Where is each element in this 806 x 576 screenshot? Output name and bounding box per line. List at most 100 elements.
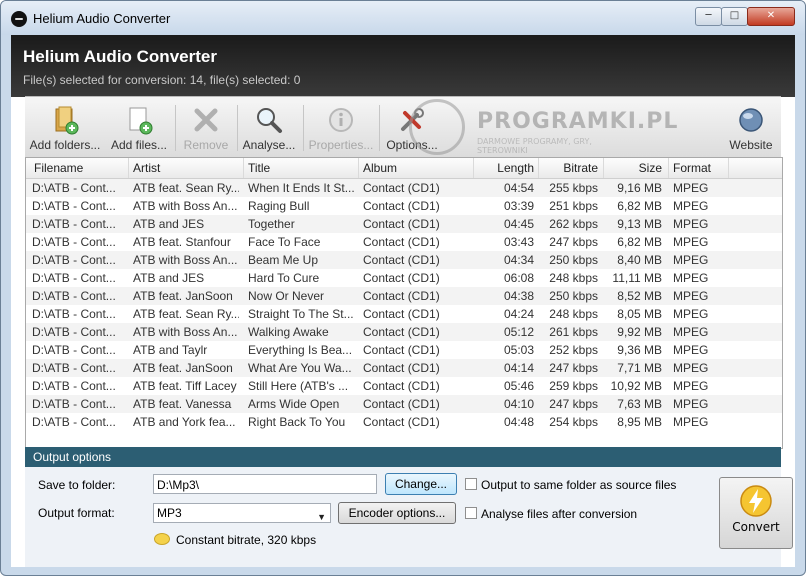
output-format-select[interactable]: MP3 ▼: [153, 503, 331, 523]
column-divider[interactable]: [603, 158, 604, 178]
cell-bitrate: 252 kbps: [549, 343, 598, 357]
column-header-filename[interactable]: Filename: [34, 161, 83, 175]
column-header-size[interactable]: Size: [606, 161, 662, 175]
watermark-text: PROGRAMKI.PL: [477, 109, 679, 134]
cell-artist: ATB and Taylr: [133, 343, 208, 357]
column-header-format[interactable]: Format: [673, 161, 711, 175]
cell-bitrate: 255 kbps: [549, 181, 598, 195]
analyse-after-checkbox[interactable]: [465, 507, 477, 519]
column-header-length[interactable]: Length: [478, 161, 534, 175]
watermark-logo: PROGRAMKI.PL DARMOWE PROGRAMY, GRY, STER…: [409, 99, 677, 155]
column-header-bitrate[interactable]: Bitrate: [543, 161, 598, 175]
cell-artist: ATB feat. Tiff Lacey: [133, 379, 237, 393]
column-header-album[interactable]: Album: [363, 161, 397, 175]
convert-button[interactable]: Convert: [719, 477, 793, 549]
cell-bitrate: 250 kbps: [549, 289, 598, 303]
table-row[interactable]: D:\ATB - Cont... ATB and York fea... Right…: [26, 413, 782, 431]
table-row[interactable]: D:\ATB - Cont... ATB with Boss An... Beam …: [26, 251, 782, 269]
table-row[interactable]: D:\ATB - Cont... ATB feat. Vanessa Arms Wi…: [26, 395, 782, 413]
cell-filename: D:\ATB - Cont...: [32, 289, 116, 303]
output-format-value: MP3: [157, 506, 182, 520]
cell-format: MPEG: [673, 325, 709, 339]
table-row[interactable]: D:\ATB - Cont... ATB and JES Hard To Cure C…: [26, 269, 782, 287]
cell-bitrate: 261 kbps: [549, 325, 598, 339]
cell-bitrate: 247 kbps: [549, 397, 598, 411]
file-list[interactable]: Filename Artist Title Album Length Bitra…: [25, 157, 783, 449]
website-button[interactable]: Website: [725, 99, 777, 155]
table-row[interactable]: D:\ATB - Cont... ATB feat. Sean Ry... When…: [26, 179, 782, 197]
cell-filename: D:\ATB - Cont...: [32, 253, 116, 267]
title-bar: Helium Audio Converter ─ □ ✕: [1, 1, 805, 35]
column-divider[interactable]: [728, 158, 729, 178]
properties-button[interactable]: Properties...: [307, 99, 375, 155]
cell-title: Walking Awake: [248, 325, 329, 339]
change-folder-button[interactable]: Change...: [385, 473, 457, 495]
maximize-button[interactable]: □: [721, 7, 748, 26]
cell-size: 8,52 MB: [617, 289, 662, 303]
output-options-panel: Save to folder: D:\Mp3\ Change... Output…: [25, 467, 793, 567]
cell-length: 04:48: [503, 415, 534, 429]
output-format-label: Output format:: [38, 506, 115, 520]
chevron-down-icon: ▼: [317, 512, 326, 522]
same-folder-checkbox[interactable]: [465, 478, 477, 490]
add-files-button[interactable]: Add files...: [109, 99, 169, 155]
website-label: Website: [729, 138, 773, 152]
encoder-options-button[interactable]: Encoder options...: [338, 502, 456, 524]
cell-size: 8,40 MB: [617, 253, 662, 267]
table-row[interactable]: D:\ATB - Cont... ATB with Boss An... Walki…: [26, 323, 782, 341]
minimize-button[interactable]: ─: [695, 7, 722, 26]
cell-filename: D:\ATB - Cont...: [32, 361, 116, 375]
cell-bitrate: 250 kbps: [549, 253, 598, 267]
cell-size: 6,82 MB: [617, 235, 662, 249]
column-divider[interactable]: [668, 158, 669, 178]
cell-artist: ATB and JES: [133, 271, 205, 285]
cell-filename: D:\ATB - Cont...: [32, 325, 116, 339]
column-divider[interactable]: [538, 158, 539, 178]
cell-length: 06:08: [503, 271, 534, 285]
analyse-button[interactable]: Analyse...: [241, 99, 297, 155]
close-button[interactable]: ✕: [747, 7, 795, 26]
cell-album: Contact (CD1): [363, 253, 440, 267]
cell-album: Contact (CD1): [363, 379, 440, 393]
page-title: Helium Audio Converter: [23, 47, 217, 66]
table-row[interactable]: D:\ATB - Cont... ATB and Taylr Everything …: [26, 341, 782, 359]
column-header-artist[interactable]: Artist: [133, 161, 160, 175]
cell-artist: ATB with Boss An...: [133, 325, 238, 339]
table-row[interactable]: D:\ATB - Cont... ATB feat. JanSoon Now Or …: [26, 287, 782, 305]
column-divider[interactable]: [128, 158, 129, 178]
cell-size: 11,11 MB: [612, 271, 662, 285]
table-row[interactable]: D:\ATB - Cont... ATB feat. JanSoon What Ar…: [26, 359, 782, 377]
cell-size: 9,16 MB: [617, 181, 662, 195]
same-folder-label: Output to same folder as source files: [481, 478, 677, 492]
save-folder-field[interactable]: D:\Mp3\: [153, 474, 377, 494]
cell-album: Contact (CD1): [363, 361, 440, 375]
cell-filename: D:\ATB - Cont...: [32, 235, 116, 249]
cell-bitrate: 248 kbps: [549, 307, 598, 321]
cell-title: Face To Face: [248, 235, 321, 249]
column-divider[interactable]: [473, 158, 474, 178]
table-row[interactable]: D:\ATB - Cont... ATB feat. Stanfour Face T…: [26, 233, 782, 251]
cell-artist: ATB with Boss An...: [133, 199, 238, 213]
cell-length: 05:46: [503, 379, 534, 393]
column-divider[interactable]: [358, 158, 359, 178]
cell-album: Contact (CD1): [363, 271, 440, 285]
table-row[interactable]: D:\ATB - Cont... ATB feat. Sean Ry... Stra…: [26, 305, 782, 323]
cell-artist: ATB with Boss An...: [133, 253, 238, 267]
save-folder-label: Save to folder:: [38, 478, 116, 492]
column-header-title[interactable]: Title: [248, 161, 270, 175]
cell-size: 7,63 MB: [617, 397, 662, 411]
cell-artist: ATB feat. Vanessa: [133, 397, 232, 411]
add-folders-button[interactable]: Add folders...: [29, 99, 101, 155]
cell-format: MPEG: [673, 343, 709, 357]
column-divider[interactable]: [243, 158, 244, 178]
cell-filename: D:\ATB - Cont...: [32, 271, 116, 285]
cell-bitrate: 262 kbps: [549, 217, 598, 231]
table-row[interactable]: D:\ATB - Cont... ATB with Boss An... Ragin…: [26, 197, 782, 215]
table-row[interactable]: D:\ATB - Cont... ATB and JES Together Conta…: [26, 215, 782, 233]
cell-bitrate: 248 kbps: [549, 271, 598, 285]
table-row[interactable]: D:\ATB - Cont... ATB feat. Tiff Lacey Stil…: [26, 377, 782, 395]
remove-button[interactable]: Remove: [181, 99, 231, 155]
cell-length: 04:10: [503, 397, 534, 411]
cell-title: Beam Me Up: [248, 253, 319, 267]
cell-filename: D:\ATB - Cont...: [32, 343, 116, 357]
